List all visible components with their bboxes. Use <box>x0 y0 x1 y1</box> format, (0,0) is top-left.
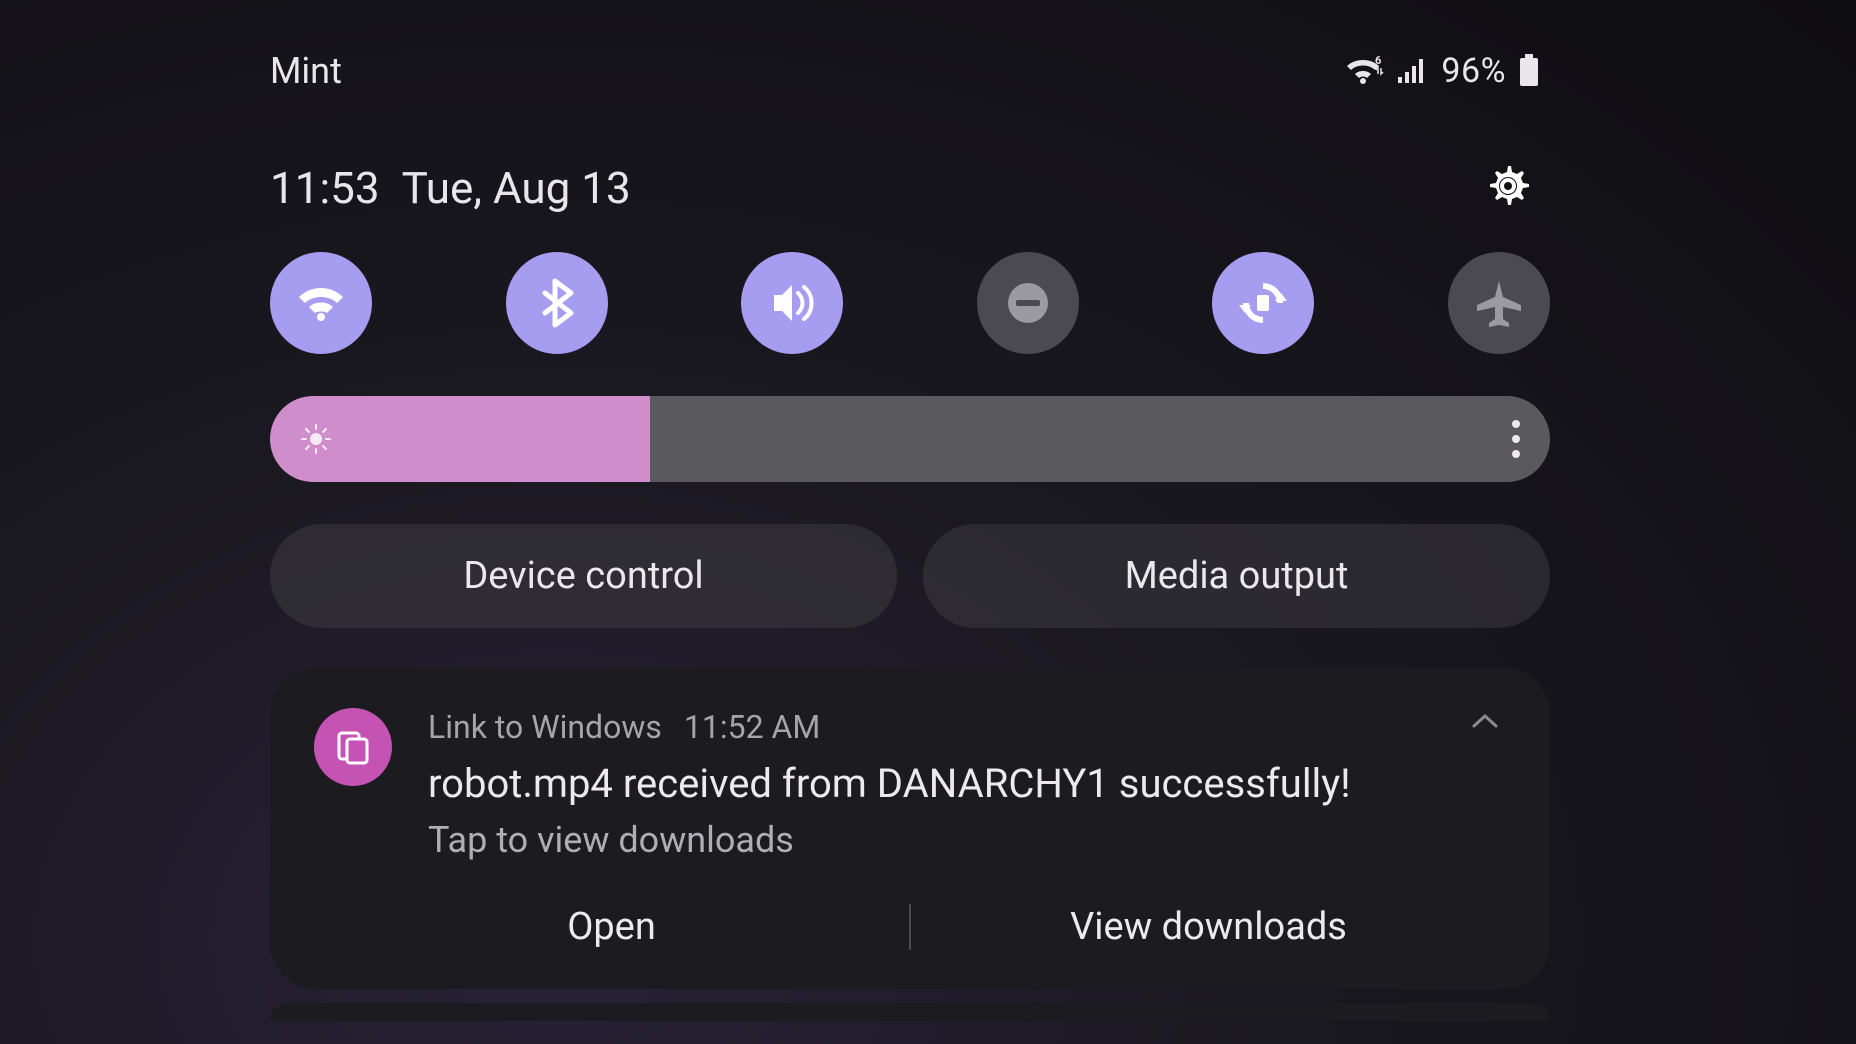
notification-card[interactable]: Link to Windows 11:52 AM robot.mp4 recei… <box>270 668 1550 989</box>
clock-time: 11:53 <box>270 162 380 214</box>
sun-icon <box>300 423 332 455</box>
notification-app-icon <box>314 708 392 786</box>
do-not-disturb-icon <box>998 273 1058 333</box>
notification-action-open[interactable]: Open <box>314 895 909 959</box>
notification-time: 11:52 AM <box>684 708 820 746</box>
time-date-row: 11:53 Tue, Aug 13 <box>270 162 1550 214</box>
media-output-button[interactable]: Media output <box>923 524 1550 628</box>
brightness-more-button[interactable] <box>1512 420 1520 458</box>
settings-button[interactable] <box>1484 162 1532 214</box>
notification-body: Tap to view downloads <box>428 819 1506 861</box>
gear-icon <box>1484 162 1532 210</box>
status-right: 6 96% <box>1345 51 1540 91</box>
control-pills-row: Device control Media output <box>270 524 1550 628</box>
airplane-toggle[interactable] <box>1448 252 1550 354</box>
svg-text:6: 6 <box>1375 56 1381 67</box>
speaker-icon <box>762 273 822 333</box>
wifi-icon <box>291 273 351 333</box>
bluetooth-toggle[interactable] <box>506 252 608 354</box>
auto-rotate-toggle[interactable] <box>1212 252 1314 354</box>
wifi-status-icon: 6 <box>1345 56 1385 86</box>
sound-toggle[interactable] <box>741 252 843 354</box>
battery-percent: 96% <box>1441 51 1506 91</box>
brightness-sun-icon <box>300 423 332 455</box>
clock-date: Tue, Aug 13 <box>402 162 631 214</box>
wifi-toggle[interactable] <box>270 252 372 354</box>
carrier-label: Mint <box>270 50 342 92</box>
notification-title: robot.mp4 received from DANARCHY1 succes… <box>428 760 1506 807</box>
notification-action-view-downloads[interactable]: View downloads <box>911 895 1506 959</box>
auto-rotate-icon <box>1233 273 1293 333</box>
bluetooth-icon <box>527 273 587 333</box>
battery-status-icon <box>1518 54 1540 88</box>
link-to-windows-icon <box>333 727 373 767</box>
chevron-up-icon <box>1470 712 1500 732</box>
quick-settings-row <box>270 252 1550 354</box>
status-bar: Mint 6 96% <box>270 50 1550 92</box>
device-control-button[interactable]: Device control <box>270 524 897 628</box>
notification-actions: Open View downloads <box>314 895 1506 989</box>
brightness-slider[interactable] <box>270 396 1550 482</box>
notification-collapse-button[interactable] <box>1470 712 1500 736</box>
signal-status-icon <box>1397 57 1429 85</box>
next-notification-peek <box>270 1003 1550 1021</box>
airplane-icon <box>1469 273 1529 333</box>
dnd-toggle[interactable] <box>977 252 1079 354</box>
notification-app-name: Link to Windows <box>428 708 662 746</box>
